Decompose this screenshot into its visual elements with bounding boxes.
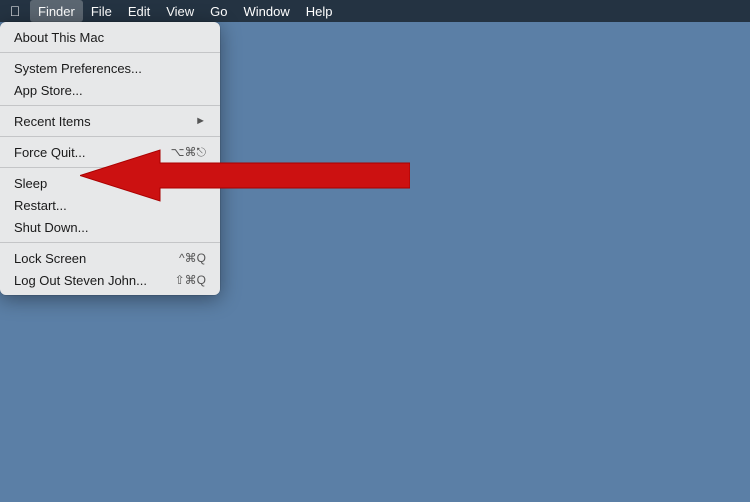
- menu-item-shutdown[interactable]: Shut Down...: [0, 216, 220, 238]
- edit-menu[interactable]: Edit: [120, 0, 158, 22]
- menu-item-restart[interactable]: Restart...: [0, 194, 220, 216]
- menu-item-about[interactable]: About This Mac: [0, 26, 220, 48]
- apple-menu-button[interactable]: : [0, 0, 30, 22]
- menubar:  Finder File Edit View Go Window Help: [0, 0, 750, 22]
- menu-item-lock-screen[interactable]: Lock Screen ^⌘Q: [0, 247, 220, 269]
- view-menu[interactable]: View: [158, 0, 202, 22]
- menu-item-recent-items[interactable]: Recent Items ►: [0, 110, 220, 132]
- menu-item-sleep[interactable]: Sleep: [0, 172, 220, 194]
- menu-item-system-prefs[interactable]: System Preferences...: [0, 57, 220, 79]
- menu-item-logout[interactable]: Log Out Steven John... ⇧⌘Q: [0, 269, 220, 291]
- window-menu[interactable]: Window: [236, 0, 298, 22]
- menu-separator-1: [0, 52, 220, 53]
- help-menu[interactable]: Help: [298, 0, 341, 22]
- menu-separator-4: [0, 167, 220, 168]
- menu-separator-3: [0, 136, 220, 137]
- submenu-arrow-icon: ►: [195, 115, 206, 127]
- go-menu[interactable]: Go: [202, 0, 235, 22]
- menu-separator-2: [0, 105, 220, 106]
- apple-dropdown-menu: About This Mac System Preferences... App…: [0, 22, 220, 295]
- finder-menu[interactable]: Finder: [30, 0, 83, 22]
- menu-separator-5: [0, 242, 220, 243]
- lock-screen-shortcut: ^⌘Q: [179, 251, 206, 265]
- menu-item-force-quit[interactable]: Force Quit... ⌥⌘⎋: [0, 141, 220, 163]
- file-menu[interactable]: File: [83, 0, 120, 22]
- menu-item-app-store[interactable]: App Store...: [0, 79, 220, 101]
- force-quit-shortcut: ⌥⌘⎋: [171, 145, 206, 160]
- logout-shortcut: ⇧⌘Q: [175, 273, 206, 287]
